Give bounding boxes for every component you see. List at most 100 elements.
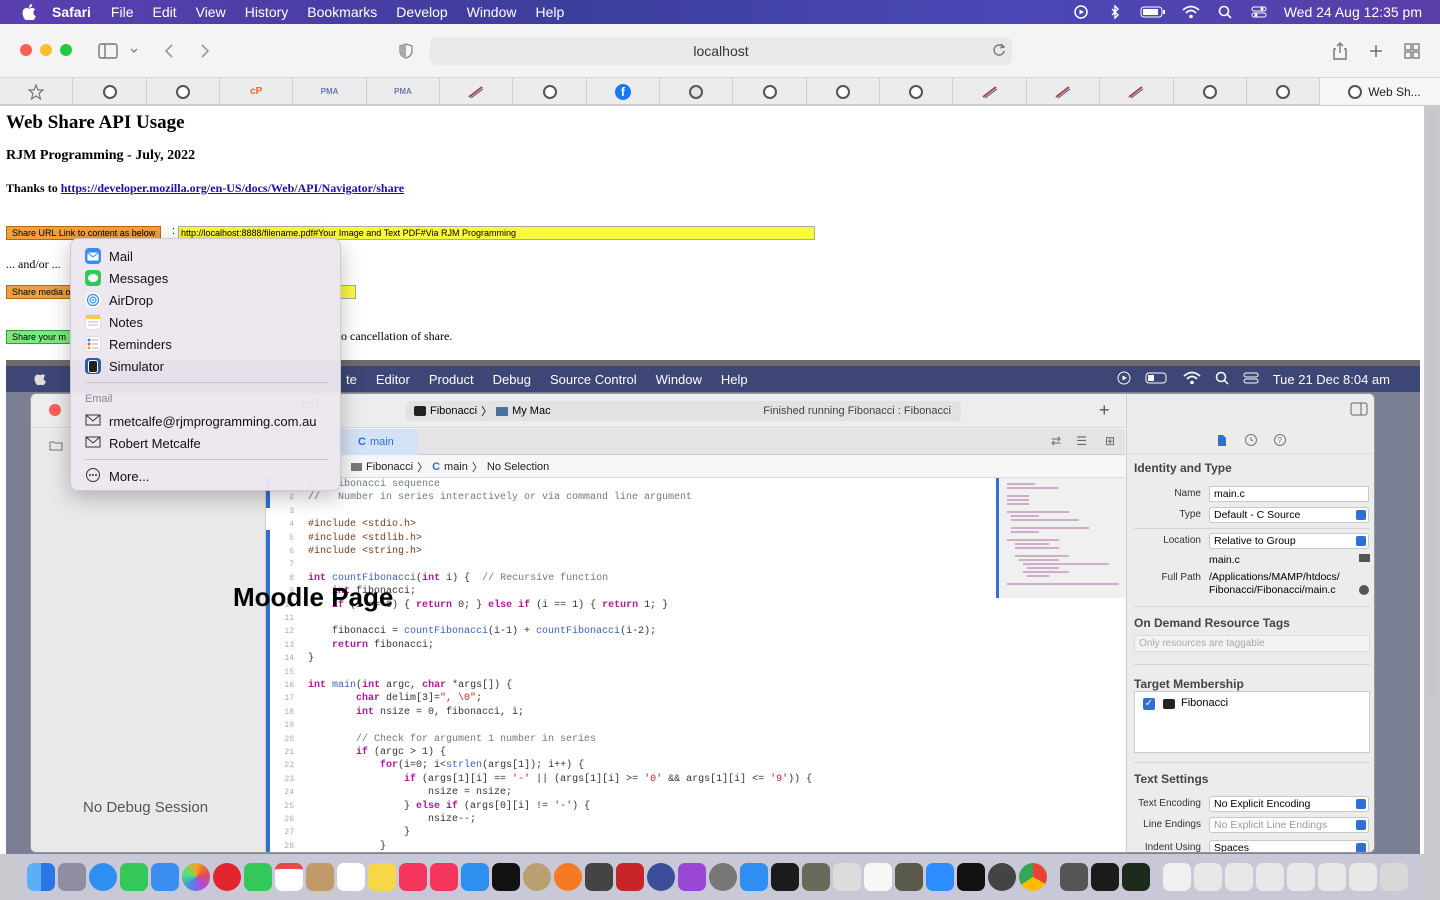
share-messages[interactable]: Messages	[85, 268, 168, 288]
intellij-icon[interactable]	[957, 863, 985, 891]
share-simulator[interactable]: Simulator	[85, 356, 164, 376]
apple-tv-icon[interactable]	[492, 863, 520, 891]
favorites-star[interactable]	[0, 78, 74, 105]
document-icon[interactable]	[1349, 863, 1377, 891]
favorite-item[interactable]	[733, 78, 807, 105]
messages-icon[interactable]	[120, 863, 148, 891]
share-more[interactable]: More...	[85, 466, 149, 486]
terminal-icon[interactable]	[771, 863, 799, 891]
disk-utility-icon[interactable]	[988, 863, 1016, 891]
share-email-contact[interactable]: rmetcalfe@rjmprogramming.com.au	[85, 411, 317, 431]
apple-icon[interactable]	[20, 3, 38, 21]
calendar-icon[interactable]	[275, 863, 303, 891]
close-window-button[interactable]	[20, 44, 32, 56]
bluetooth-icon[interactable]	[1106, 5, 1124, 19]
sidebar-icon[interactable]	[97, 40, 119, 62]
xcode-icon[interactable]	[740, 863, 768, 891]
chrome-icon[interactable]	[1019, 863, 1047, 891]
share-mail[interactable]: Mail	[85, 246, 133, 266]
menu-edit[interactable]: Edit	[152, 4, 176, 20]
favorite-item[interactable]	[1027, 78, 1101, 105]
share-airdrop[interactable]: AirDrop	[85, 290, 153, 310]
firefox-icon[interactable]	[554, 863, 582, 891]
keyboard-viewer-icon[interactable]	[1060, 863, 1088, 891]
calculator-icon[interactable]	[585, 863, 613, 891]
mdn-link[interactable]: https://developer.mozilla.org/en-US/docs…	[61, 181, 404, 195]
back-icon[interactable]	[160, 40, 178, 62]
play-status-icon[interactable]	[1072, 5, 1090, 19]
document-icon[interactable]	[1194, 863, 1222, 891]
favorite-item-pma[interactable]: PMA	[367, 78, 441, 105]
favorite-item[interactable]	[147, 78, 221, 105]
tab-web-share[interactable]: Web Sh...	[1320, 78, 1440, 105]
battery-icon[interactable]	[1140, 5, 1166, 19]
share-email-contact[interactable]: Robert Metcalfe	[85, 433, 201, 453]
share-notes[interactable]: Notes	[85, 312, 143, 332]
menu-develop[interactable]: Develop	[396, 4, 447, 20]
menu-help[interactable]: Help	[535, 4, 564, 20]
app-store-icon[interactable]	[461, 863, 489, 891]
document-icon[interactable]	[1225, 863, 1253, 891]
news-icon[interactable]	[430, 863, 458, 891]
notes-icon[interactable]	[368, 863, 396, 891]
share-reminders[interactable]: Reminders	[85, 334, 172, 354]
app-menu-safari[interactable]: Safari	[52, 4, 91, 20]
privacy-shield-icon[interactable]	[396, 40, 416, 62]
reminders-icon[interactable]	[337, 863, 365, 891]
mail-icon[interactable]	[151, 863, 179, 891]
share-your-button[interactable]: Share your m	[6, 330, 72, 344]
favorite-item[interactable]	[1100, 78, 1174, 105]
music-icon[interactable]	[399, 863, 427, 891]
document-icon[interactable]	[1256, 863, 1284, 891]
finder-icon[interactable]	[27, 863, 55, 891]
favorite-item-facebook[interactable]: f	[587, 78, 661, 105]
gimp-icon[interactable]	[802, 863, 830, 891]
zoom-window-button[interactable]	[60, 44, 72, 56]
favorite-item[interactable]	[660, 78, 734, 105]
document-icon[interactable]	[1318, 863, 1346, 891]
opera-icon[interactable]	[213, 863, 241, 891]
photos-icon[interactable]	[182, 863, 210, 891]
terminal-icon[interactable]	[1091, 863, 1119, 891]
contacts-icon[interactable]	[306, 863, 334, 891]
new-tab-icon[interactable]	[1366, 40, 1386, 62]
favorite-item[interactable]	[880, 78, 954, 105]
favorite-item[interactable]	[73, 78, 147, 105]
wifi-icon[interactable]	[1182, 5, 1200, 19]
filezilla-icon[interactable]	[616, 863, 644, 891]
facetime-icon[interactable]	[244, 863, 272, 891]
minimize-window-button[interactable]	[40, 44, 52, 56]
menu-file[interactable]: File	[111, 4, 134, 20]
settings-wheel-icon[interactable]	[523, 863, 551, 891]
bbedit-icon[interactable]	[647, 863, 675, 891]
document-icon[interactable]	[1287, 863, 1315, 891]
menu-history[interactable]: History	[245, 4, 289, 20]
launchpad-icon[interactable]	[58, 863, 86, 891]
address-bar[interactable]: localhost	[430, 37, 1012, 65]
menu-window[interactable]: Window	[467, 4, 517, 20]
tab-overview-icon[interactable]	[1402, 40, 1422, 62]
favorite-item[interactable]	[513, 78, 587, 105]
trash-icon[interactable]	[1380, 863, 1408, 891]
activity-monitor-icon[interactable]	[1122, 863, 1150, 891]
document-icon[interactable]	[1163, 863, 1191, 891]
page-scrollbar[interactable]	[1428, 108, 1436, 698]
preview-icon[interactable]	[833, 863, 861, 891]
safari-icon[interactable]	[89, 863, 117, 891]
favorite-item-pma[interactable]: PMA	[293, 78, 367, 105]
menu-bookmarks[interactable]: Bookmarks	[307, 4, 377, 20]
share-media-button[interactable]: Share media o	[6, 285, 72, 299]
menu-view[interactable]: View	[196, 4, 226, 20]
favorite-item[interactable]	[1174, 78, 1247, 105]
document-icon[interactable]	[864, 863, 892, 891]
chevron-down-icon[interactable]	[128, 40, 140, 62]
zoom-icon[interactable]	[926, 863, 954, 891]
control-center-icon[interactable]	[1250, 5, 1268, 19]
favorite-item[interactable]	[953, 78, 1027, 105]
favorite-item[interactable]	[440, 78, 514, 105]
system-preferences-icon[interactable]	[709, 863, 737, 891]
menubar-clock[interactable]: Wed 24 Aug 12:35 pm	[1284, 4, 1422, 20]
search-icon[interactable]	[1216, 5, 1234, 19]
share-icon[interactable]	[1330, 40, 1350, 62]
podcasts-icon[interactable]	[678, 863, 706, 891]
